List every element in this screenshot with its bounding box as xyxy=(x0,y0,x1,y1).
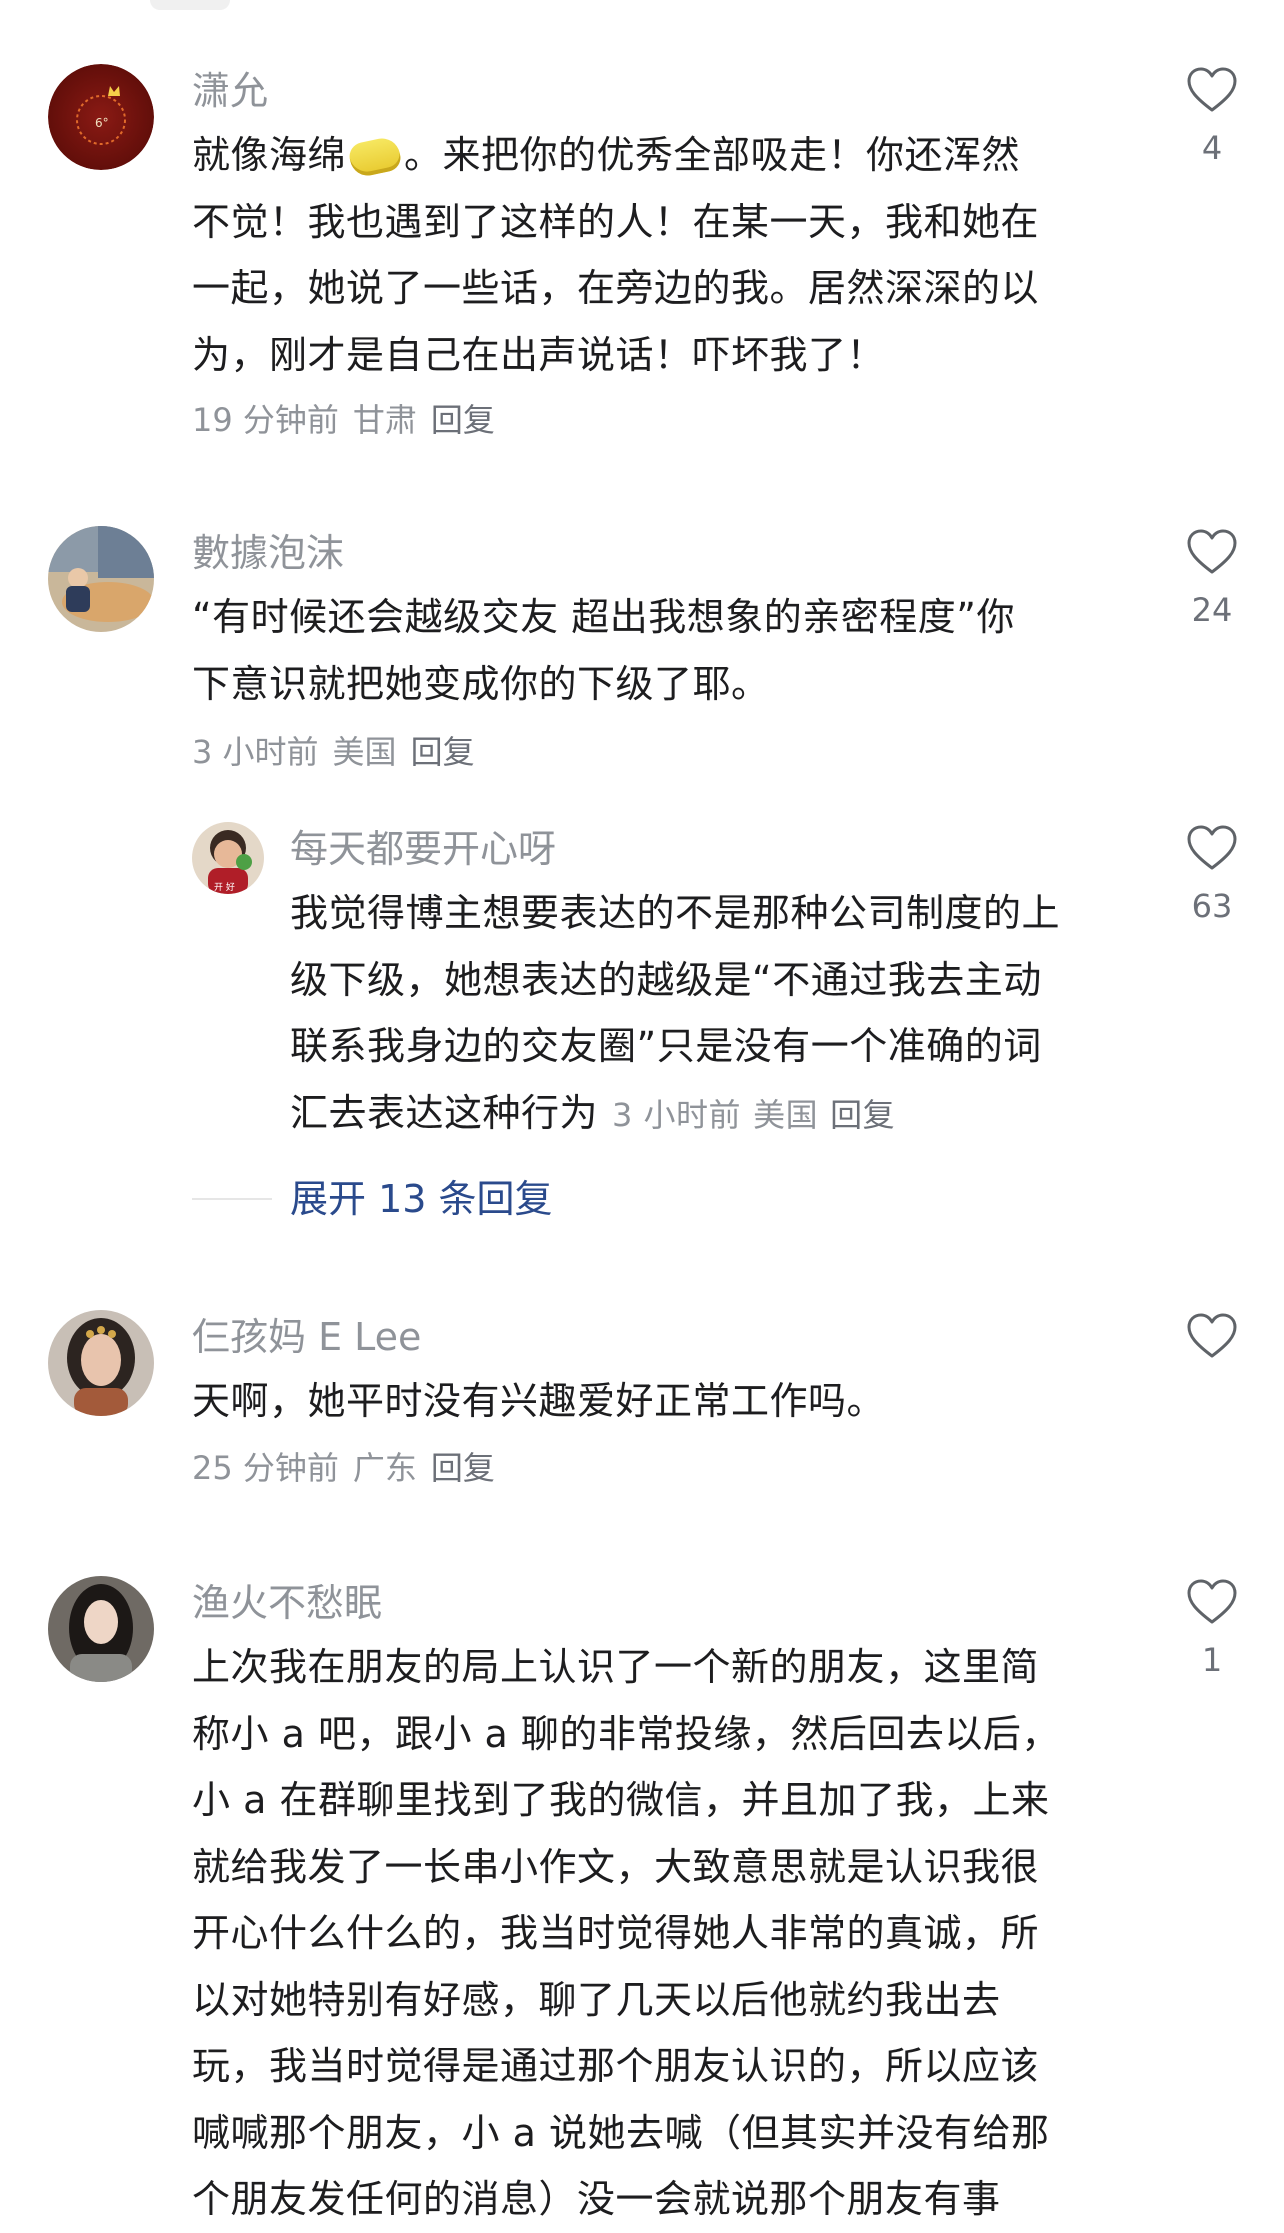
comment-meta: 25 分钟前 广东 回复 xyxy=(192,1446,509,1490)
comment-meta: 3 小时前 美国 回复 xyxy=(192,730,489,774)
heart-outline-icon xyxy=(1187,529,1237,574)
heart-outline-icon xyxy=(1187,825,1237,870)
like-button[interactable] xyxy=(1180,1312,1244,1372)
like-button[interactable]: 4 xyxy=(1180,66,1244,170)
avatar[interactable] xyxy=(48,1576,154,1682)
comment-location: 甘肃 xyxy=(352,401,417,439)
comment-username[interactable]: 仨孩妈 E Lee xyxy=(192,1312,421,1362)
svg-text:开 好: 开 好 xyxy=(214,881,235,893)
comment-meta: 19 分钟前 甘肃 回复 xyxy=(192,398,509,442)
heart-outline-icon xyxy=(1187,1579,1237,1624)
comment-location: 广东 xyxy=(352,1449,417,1487)
reply-location: 美国 xyxy=(753,1095,819,1134)
reply-button[interactable]: 回复 xyxy=(431,401,495,439)
like-button[interactable]: 63 xyxy=(1180,824,1244,928)
comment-time: 19 分钟前 xyxy=(192,401,339,439)
like-count: 63 xyxy=(1191,887,1233,925)
reply-button[interactable]: 回复 xyxy=(431,1449,495,1487)
previous-avatar-edge xyxy=(150,0,230,10)
comment-text: 天啊，她平时没有兴趣爱好正常工作吗。 xyxy=(192,1379,886,1423)
like-count: 1 xyxy=(1201,1641,1223,1679)
reply-button[interactable]: 回复 xyxy=(830,1096,895,1134)
like-count: 4 xyxy=(1201,129,1223,167)
comment-text: 就像海绵 。来把你的优秀全部吸走！你还浑然 不觉！我也遇到了这样的人！在某一天，我… xyxy=(192,133,1040,377)
reply-meta: 3 小时前 美国 回复 xyxy=(612,1096,907,1134)
comment-text: “有时候还会越级交友 超出我想象的亲密程度”你 下意识就把她变成你的下级了耶。 xyxy=(192,595,1015,706)
avatar[interactable]: 开 好 xyxy=(192,822,264,894)
avatar[interactable] xyxy=(48,1310,154,1416)
comment-username[interactable]: 潇允 xyxy=(192,66,268,116)
avatar[interactable] xyxy=(48,526,154,632)
like-count: 24 xyxy=(1191,591,1233,629)
sponge-emoji-icon xyxy=(347,135,404,179)
reply-time: 3 小时前 xyxy=(612,1095,742,1134)
comment-username[interactable]: 渔火不愁眠 xyxy=(192,1578,382,1628)
reply-username[interactable]: 每天都要开心呀 xyxy=(290,824,556,874)
expand-replies-link[interactable]: 展开 13 条回复 xyxy=(290,1172,553,1226)
reply-text: 我觉得博主想要表达的不是那种公司制度的上 级下级，她想表达的越级是“不通过我去主… xyxy=(290,891,1061,1135)
comment-username[interactable]: 數據泡沫 xyxy=(192,528,344,578)
like-button[interactable]: 1 xyxy=(1180,1578,1244,1682)
heart-outline-icon xyxy=(1187,1313,1237,1358)
like-button[interactable]: 24 xyxy=(1180,528,1244,632)
comment-time: 3 小时前 xyxy=(192,733,319,771)
reply-button[interactable]: 回复 xyxy=(411,733,475,771)
expand-divider xyxy=(192,1198,272,1200)
heart-outline-icon xyxy=(1187,67,1237,112)
comment-time: 25 分钟前 xyxy=(192,1449,339,1487)
svg-text:6°: 6° xyxy=(95,116,109,130)
avatar[interactable]: 6° xyxy=(48,64,154,170)
comment-location: 美国 xyxy=(332,733,397,771)
comment-text: 上次我在朋友的局上认识了一个新的朋友，这里简 称小 a 吧，跟小 a 聊的非常投… xyxy=(192,1645,1060,2221)
